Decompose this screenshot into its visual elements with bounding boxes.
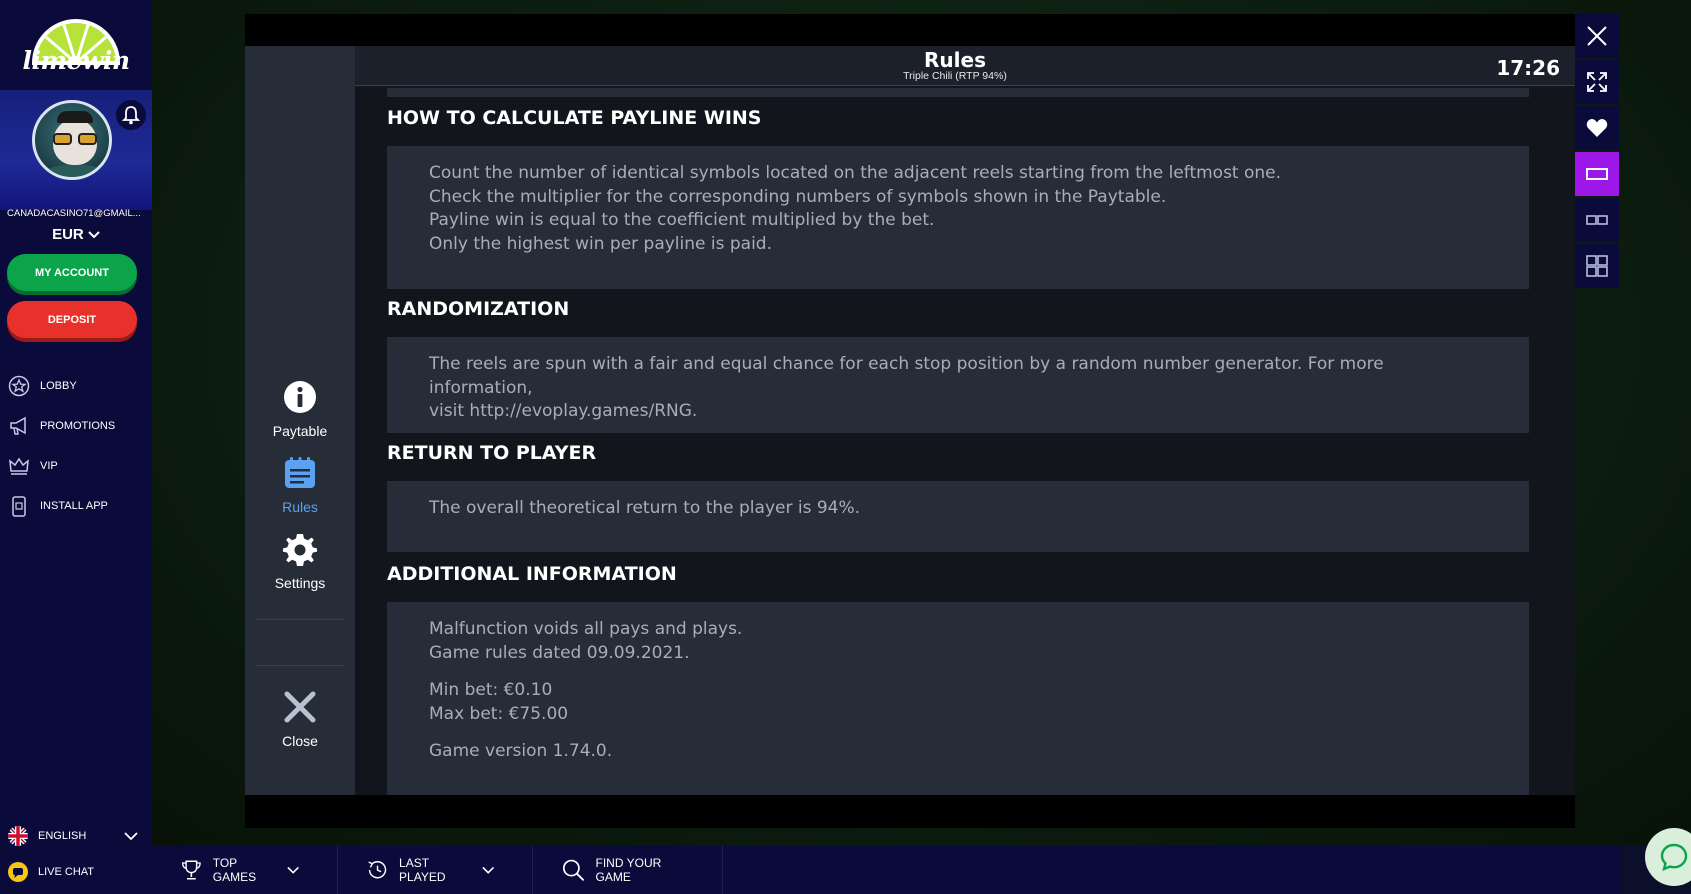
- clock: 17:26: [1496, 56, 1560, 80]
- section-title: RETURN TO PLAYER: [387, 442, 597, 464]
- megaphone-icon: [10, 416, 26, 435]
- dual-view-icon: [1586, 215, 1608, 225]
- rule-line: Check the multiplier for the correspondi…: [429, 186, 1167, 207]
- notepad-icon: [285, 457, 315, 488]
- rules-tab[interactable]: Rules: [245, 456, 355, 515]
- rule-line: Only the highest win per payline is paid…: [429, 233, 773, 254]
- notification-bell-icon[interactable]: [116, 100, 146, 130]
- paytable-button[interactable]: Paytable: [245, 380, 355, 439]
- rule-line: Game version 1.74.0.: [429, 741, 613, 761]
- sidebar-item-label: LOBBY: [40, 380, 77, 392]
- sidebar-item-install-app[interactable]: INSTALL APP: [0, 486, 152, 526]
- favorite-button[interactable]: [1575, 106, 1619, 150]
- language-selector[interactable]: ENGLISH: [0, 822, 152, 850]
- quad-view-icon: [1586, 255, 1608, 277]
- menu-divider: [256, 665, 344, 666]
- info-icon: [284, 381, 316, 413]
- chevron-down-icon: [481, 866, 494, 874]
- single-view-button[interactable]: [1575, 152, 1619, 196]
- single-view-icon: [1586, 168, 1608, 180]
- live-chat-link[interactable]: LIVE CHAT: [0, 858, 152, 886]
- section-title: RANDOMIZATION: [387, 298, 570, 320]
- trophy-icon: [181, 860, 201, 880]
- sidebar-item-label: PROMOTIONS: [40, 420, 116, 432]
- crown-icon: [9, 457, 29, 475]
- profile-banner: [0, 90, 152, 210]
- chevron-down-icon: [124, 831, 138, 840]
- brand-logo[interactable]: limewin: [0, 0, 152, 90]
- rules-content[interactable]: HOW TO CALCULATE PAYLINE WINS Count the …: [387, 88, 1529, 795]
- close-button[interactable]: Close: [245, 690, 355, 749]
- sidebar-item-vip[interactable]: VIP: [0, 446, 152, 486]
- menu-divider: [256, 619, 344, 620]
- sidebar-item-label: INSTALL APP: [40, 500, 108, 512]
- paytable-label: Paytable: [272, 423, 328, 439]
- settings-label: Settings: [274, 575, 326, 591]
- chevron-down-icon: [88, 231, 100, 239]
- user-email: CANADACASINO71@GMAIL...: [7, 208, 141, 219]
- game-controls-rail: [1575, 14, 1619, 290]
- close-label: Close: [282, 733, 318, 749]
- rule-line: The overall theoretical return to the pl…: [429, 498, 861, 518]
- heart-icon: [1586, 119, 1608, 137]
- close-icon: [1587, 26, 1607, 46]
- chevron-down-icon: [287, 866, 299, 874]
- chat-icon: [1660, 843, 1688, 872]
- quad-view-button[interactable]: [1575, 244, 1619, 288]
- sidebar-item-promotions[interactable]: PROMOTIONS: [0, 406, 152, 446]
- game-subtitle: Triple Chili (RTP 94%): [903, 70, 1007, 82]
- rule-line: Payline win is equal to the coefficient …: [429, 210, 935, 230]
- currency-selector[interactable]: EUR: [0, 226, 152, 243]
- find-game-search[interactable]: FIND YOUR GAME: [533, 846, 723, 894]
- sidebar-nav: LOBBY PROMOTIONS VIP INSTALL APP: [0, 366, 152, 526]
- phone-icon: [12, 496, 26, 517]
- brand-name: limewin: [22, 46, 130, 75]
- gear-icon: [283, 534, 317, 566]
- language-label: ENGLISH: [38, 830, 87, 842]
- star-icon: [8, 375, 30, 397]
- close-game-button[interactable]: [1575, 14, 1619, 58]
- sidebar-item-lobby[interactable]: LOBBY: [0, 366, 152, 406]
- deposit-button[interactable]: DEPOSIT: [7, 301, 137, 338]
- rule-line: Malfunction voids all pays and plays.: [429, 619, 743, 639]
- rules-label: Rules: [282, 499, 318, 515]
- search-icon: [562, 859, 585, 882]
- rule-line: Max bet: €75.00: [429, 703, 569, 724]
- settings-button[interactable]: Settings: [245, 532, 355, 591]
- dual-view-button[interactable]: [1575, 198, 1619, 242]
- bottom-bar: TOP GAMES LAST PLAYED FIND YOUR GAME: [152, 846, 1691, 894]
- left-sidebar: limewin CANADACASINO71@GMAIL... EUR MY A…: [0, 0, 152, 894]
- last-played-label: LAST PLAYED: [399, 856, 446, 884]
- section-box-edge: [387, 88, 1529, 97]
- top-games-label: TOP GAMES: [212, 856, 257, 884]
- last-played-tab[interactable]: LAST PLAYED: [338, 846, 533, 894]
- live-chat-label: LIVE CHAT: [38, 866, 95, 878]
- rule-line: Min bet: €0.10: [429, 680, 553, 700]
- rules-header: Rules Triple Chili (RTP 94%) 17:26: [355, 46, 1575, 86]
- rule-line: The reels are spun with a fair and equal…: [429, 354, 1384, 398]
- chat-icon: [8, 862, 28, 882]
- avatar[interactable]: [32, 100, 112, 180]
- rules-title: Rules: [924, 48, 986, 72]
- section-box: Malfunction voids all pays and plays. Ga…: [387, 602, 1529, 795]
- top-games-tab[interactable]: TOP GAMES: [152, 846, 338, 894]
- find-game-label: FIND YOUR GAME: [595, 856, 662, 884]
- section-title: HOW TO CALCULATE PAYLINE WINS: [387, 107, 762, 129]
- section-box: The overall theoretical return to the pl…: [387, 481, 1529, 552]
- fullscreen-button[interactable]: [1575, 60, 1619, 104]
- section-box: The reels are spun with a fair and equal…: [387, 337, 1529, 433]
- section-title: ADDITIONAL INFORMATION: [387, 563, 677, 585]
- rules-menu: Paytable Rules Settings Close: [245, 46, 355, 795]
- uk-flag-icon: [8, 826, 28, 846]
- rule-line: Count the number of identical symbols lo…: [429, 163, 1282, 183]
- expand-icon: [1587, 72, 1607, 92]
- history-icon: [368, 861, 387, 879]
- rule-line: Game rules dated 09.09.2021.: [429, 642, 690, 663]
- sidebar-item-label: VIP: [40, 460, 58, 472]
- section-box: Count the number of identical symbols lo…: [387, 146, 1529, 289]
- my-account-button[interactable]: MY ACCOUNT: [7, 254, 137, 291]
- currency-label: EUR: [52, 226, 84, 243]
- rule-line: visit http://evoplay.games/RNG.: [429, 401, 698, 421]
- close-icon: [284, 691, 316, 723]
